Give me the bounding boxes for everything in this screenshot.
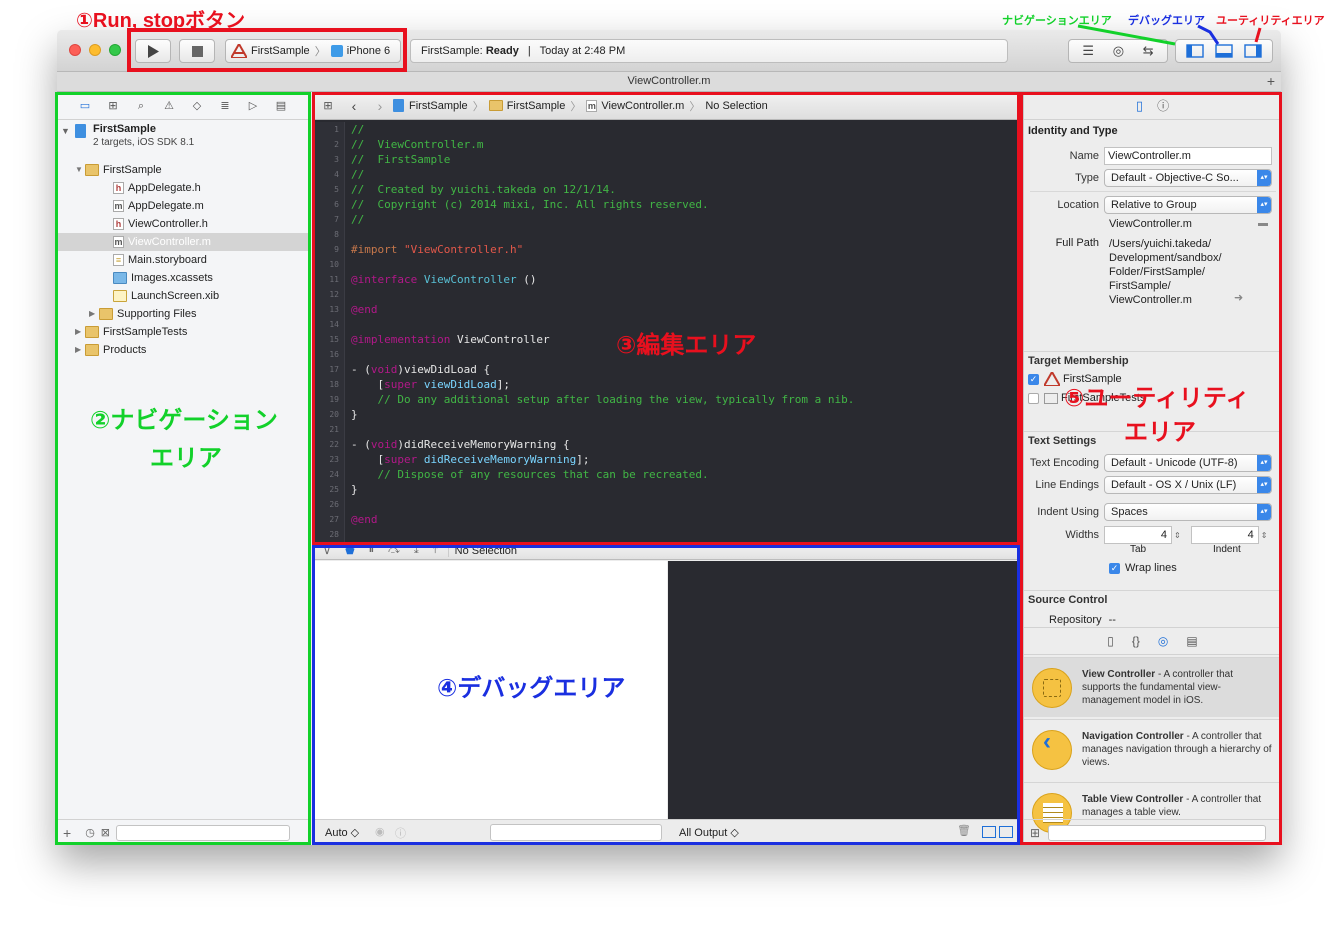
annotation-edit-area: ③編集エリア <box>616 332 757 359</box>
zoom-window-button[interactable] <box>109 44 121 56</box>
annotation-top-util: ユーティリティエリア <box>1216 15 1325 27</box>
annotation-run-stop: ①Run, stopボタン <box>76 10 246 32</box>
close-window-button[interactable] <box>69 44 81 56</box>
annotation-util-area-1: ⑤ユーティリティ <box>1064 385 1250 412</box>
status-separator: | <box>527 45 531 57</box>
annotation-debug-area: ④デバッグエリア <box>437 675 626 702</box>
annotation-top-debug: デバッグエリア <box>1128 15 1205 27</box>
utilities-highlight <box>1020 92 1282 845</box>
run-stop-highlight <box>127 28 407 72</box>
status-time: Today at 2:48 PM <box>539 45 626 57</box>
tab-viewcontroller[interactable]: ViewController.m <box>628 75 711 87</box>
status-state: Ready <box>485 45 519 57</box>
annotation-nav-area-1: ②ナビゲーション <box>90 407 278 434</box>
minimize-window-button[interactable] <box>89 44 101 56</box>
annotation-util-area-2: エリア <box>1124 419 1196 446</box>
annotation-top-nav: ナビゲーションエリア <box>1002 15 1112 27</box>
tab-bar: ViewController.m + <box>57 72 1281 92</box>
editor-highlight <box>312 92 1020 545</box>
add-tab-button[interactable]: + <box>1267 72 1275 91</box>
annotation-nav-area-2: エリア <box>150 445 222 472</box>
debug-highlight <box>312 545 1020 845</box>
status-app: FirstSample: <box>421 45 483 57</box>
activity-status: FirstSample: Ready | Today at 2:48 PM <box>410 39 1008 63</box>
